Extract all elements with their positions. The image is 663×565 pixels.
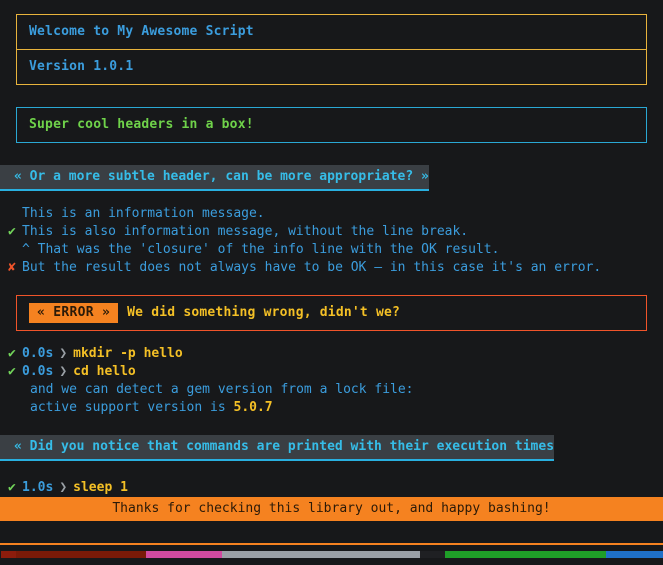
message-line: ✘ But the result does not always have to… [0,259,663,277]
spacer-after-green [0,143,663,165]
detected-version: 5.0.7 [233,400,273,415]
palette-segment [606,551,663,558]
check-icon: ✔ [8,224,16,239]
command-text: sleep 1 [73,480,128,495]
check-icon: ✔ [8,364,16,379]
command-line-sleep: ✔ 1.0s ❯ sleep 1 [0,479,663,497]
detail-line: and we can detect a gem version from a l… [0,381,663,399]
command-text: cd hello [73,364,136,379]
welcome-box: Welcome to My Awesome Script Version 1.0… [16,14,647,85]
command-list: ✔ 0.0s ❯ mkdir -p hello ✔ 0.0s ❯ cd hell… [0,345,663,381]
palette-segment [222,551,421,558]
error-badge: « ERROR » [29,303,119,323]
message-text: This is an information message. [22,206,265,221]
palette-segment [444,551,607,558]
message-line: ^ That was the 'closure' of the info lin… [0,241,663,259]
spacer-after-subtle1 [0,191,663,205]
green-header-box: Super cool headers in a box! [16,107,647,143]
message-text: But the result does not always have to b… [22,260,602,275]
command-duration: 0.0s [22,364,54,379]
spacer-after-subtle2 [0,461,663,479]
chevron-right-icon: ❯ [59,364,68,379]
palette-strip [0,551,663,558]
message-text: ^ That was the 'closure' of the info lin… [22,242,500,257]
spacer-before-subtle2 [0,417,663,435]
detail-line: active support version is 5.0.7 [0,399,663,417]
message-text: This is also information message, withou… [22,224,469,239]
message-line: ✔ This is also information message, with… [0,223,663,241]
message-line: This is an information message. [0,205,663,223]
palette-segment [16,551,146,558]
error-box: « ERROR » We did something wrong, didn't… [16,295,647,331]
terminal-screen: Welcome to My Awesome Script Version 1.0… [0,0,663,565]
subtle-header-1: « Or a more subtle header, can be more a… [0,165,429,191]
detail-text: active support version is [30,400,234,415]
spacer-top [0,0,663,14]
chevron-right-icon: ❯ [59,480,68,495]
check-icon: ✔ [8,346,16,361]
command-line: ✔ 0.0s ❯ mkdir -p hello [0,345,663,363]
cross-icon: ✘ [8,260,16,275]
detail-list: and we can detect a gem version from a l… [0,381,663,417]
subtle-header-1-wrap: « Or a more subtle header, can be more a… [0,165,663,191]
welcome-version: Version 1.0.1 [17,49,646,84]
error-message: We did something wrong, didn't we? [127,305,401,320]
error-box-row: « ERROR » We did something wrong, didn't… [17,296,646,330]
chevron-right-icon: ❯ [59,346,68,361]
welcome-title: Welcome to My Awesome Script [29,24,254,39]
subtle-header-2-wrap: « Did you notice that commands are print… [0,435,663,461]
spacer-after-error [0,331,663,345]
spacer-before-rule [0,521,663,543]
thanks-banner: Thanks for checking this library out, an… [0,497,663,521]
command-line: ✔ 0.0s ❯ cd hello [0,363,663,381]
spacer-after-welcome [0,85,663,107]
message-list: This is an information message. ✔ This i… [0,205,663,277]
palette-segment [145,551,223,558]
palette-segment [1,551,16,558]
spacer-before-error [0,277,663,295]
subtle-header-2: « Did you notice that commands are print… [0,435,555,461]
check-icon: ✔ [8,480,16,495]
detail-text: and we can detect a gem version from a l… [30,382,414,397]
palette-segment [420,551,445,558]
command-duration: 0.0s [22,346,54,361]
green-header-text: Super cool headers in a box! [29,117,254,132]
command-text: mkdir -p hello [73,346,183,361]
command-duration: 1.0s [22,480,54,495]
